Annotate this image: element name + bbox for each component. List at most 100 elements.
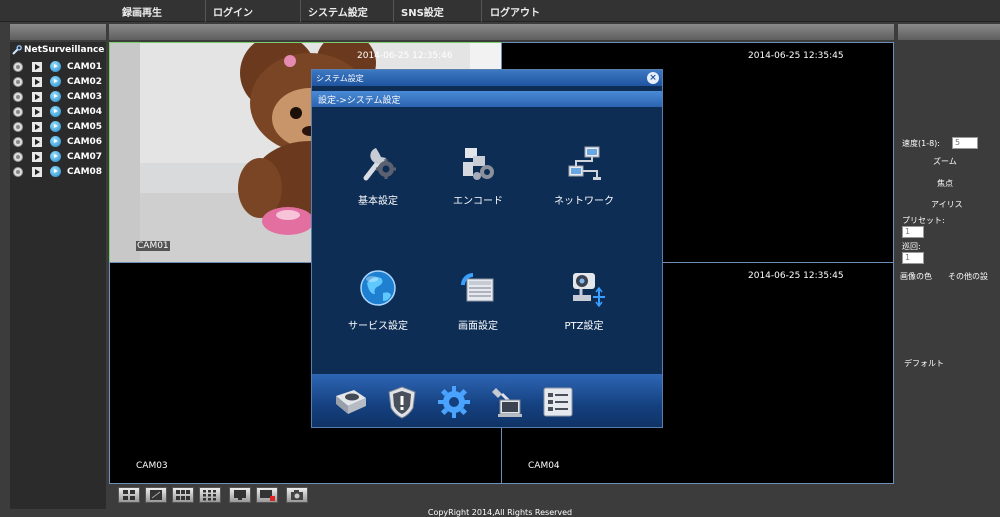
speed-input[interactable]: 5 xyxy=(952,137,978,149)
basic-settings-tile[interactable]: 基本設定 xyxy=(328,142,428,222)
layout-1-button[interactable] xyxy=(145,487,167,503)
info-list-icon[interactable] xyxy=(540,384,576,420)
screen-settings-tile[interactable]: 画面設定 xyxy=(428,267,528,347)
nav-system-settings[interactable]: システム設定 xyxy=(308,4,368,19)
camera-label[interactable]: CAM08 xyxy=(67,167,102,177)
monitor-button[interactable] xyxy=(229,487,251,503)
camera-label[interactable]: CAM05 xyxy=(67,122,102,132)
nav-login[interactable]: ログイン xyxy=(213,4,253,19)
dialog-title-bar[interactable]: システム設定 xyxy=(312,70,662,86)
image-color-tab[interactable]: 画像の色 xyxy=(900,271,932,282)
camera-label[interactable]: CAM06 xyxy=(67,137,102,147)
camera-label[interactable]: CAM02 xyxy=(67,77,102,87)
ptz-control-icon[interactable] xyxy=(50,106,61,117)
record-icon[interactable] xyxy=(13,166,23,177)
camera-row[interactable]: CAM06 xyxy=(13,135,102,148)
nav-separator xyxy=(300,0,301,22)
record-icon[interactable] xyxy=(13,61,23,72)
display-icon xyxy=(461,273,494,302)
ptz-control-icon[interactable] xyxy=(50,91,61,102)
close-icon[interactable]: × xyxy=(647,72,659,84)
ptz-control-icon[interactable] xyxy=(50,166,61,177)
preset-input[interactable]: 1 xyxy=(902,226,924,238)
main-header-bar xyxy=(109,24,894,40)
ptz-control-icon[interactable] xyxy=(50,76,61,87)
grid-4-icon xyxy=(123,490,135,500)
focus-button[interactable]: 焦点 xyxy=(937,178,953,189)
grid-6-icon xyxy=(176,490,190,500)
speed-label: 速度(1-8): xyxy=(902,139,941,148)
record-icon[interactable] xyxy=(13,151,23,162)
pane-camera-name: CAM03 xyxy=(136,461,168,471)
encode-tile[interactable]: エンコード xyxy=(428,142,528,222)
camera-label[interactable]: CAM04 xyxy=(67,107,102,117)
tools-icon xyxy=(363,148,396,181)
service-settings-tile[interactable]: サービス設定 xyxy=(328,267,428,347)
ptz-camera-icon xyxy=(573,273,605,308)
device-tree-root[interactable]: NetSurveillance xyxy=(12,45,104,55)
ptz-settings-tile[interactable]: PTZ設定 xyxy=(534,267,634,347)
camera-row[interactable]: CAM03 xyxy=(13,90,102,103)
pane-timestamp: 2014-06-25 12:35:45 xyxy=(748,51,844,61)
top-nav: 録画再生 ログイン システム設定 SNS設定 ログアウト xyxy=(0,0,1000,22)
ptz-control-icon[interactable] xyxy=(50,151,61,162)
camera-label[interactable]: CAM03 xyxy=(67,92,102,102)
zoom-button[interactable]: ズーム xyxy=(933,156,957,167)
play-icon[interactable] xyxy=(32,151,42,162)
monitor-stop-icon xyxy=(260,490,275,501)
play-icon[interactable] xyxy=(32,121,42,132)
iris-button[interactable]: アイリス xyxy=(931,199,963,210)
dialog-category-tabs xyxy=(312,374,662,427)
camera-row[interactable]: CAM02 xyxy=(13,75,102,88)
system-settings-dialog: システム設定 × 設定->システム設定 基本設定 エンコード ネットワーク サー… xyxy=(311,69,663,428)
camera-label[interactable]: CAM01 xyxy=(67,62,102,72)
record-icon[interactable] xyxy=(13,76,23,87)
play-icon[interactable] xyxy=(32,136,42,147)
play-icon[interactable] xyxy=(32,61,42,72)
default-button[interactable]: デフォルト xyxy=(904,358,944,369)
hard-disk-icon[interactable] xyxy=(332,384,368,420)
gear-icon[interactable] xyxy=(436,384,472,420)
camera-row[interactable]: CAM01 xyxy=(13,60,102,73)
camera-label[interactable]: CAM07 xyxy=(67,152,102,162)
shield-icon[interactable] xyxy=(384,384,420,420)
record-icon[interactable] xyxy=(13,136,23,147)
grid-9-icon xyxy=(203,490,216,501)
network-tile[interactable]: ネットワーク xyxy=(534,142,634,222)
camera-icon xyxy=(291,490,303,500)
play-icon[interactable] xyxy=(32,166,42,177)
camera-row[interactable]: CAM04 xyxy=(13,105,102,118)
tile-label: ネットワーク xyxy=(554,196,614,207)
layout-6-button[interactable] xyxy=(172,487,194,503)
monitor-icon xyxy=(234,490,246,500)
camera-row[interactable]: CAM05 xyxy=(13,120,102,133)
layout-9-button[interactable] xyxy=(199,487,221,503)
nav-sns-settings[interactable]: SNS設定 xyxy=(401,4,444,19)
nav-separator xyxy=(393,0,394,22)
dialog-title: システム設定 xyxy=(316,74,364,83)
maintenance-computer-icon[interactable] xyxy=(488,384,524,420)
ptz-control-icon[interactable] xyxy=(50,136,61,147)
pane-camera-name: CAM04 xyxy=(528,461,560,471)
play-icon[interactable] xyxy=(32,91,42,102)
record-icon[interactable] xyxy=(13,106,23,117)
camera-row[interactable]: CAM08 xyxy=(13,165,102,178)
camera-sidebar: NetSurveillance CAM01 CAM02 CAM03 CAM04 … xyxy=(10,42,106,509)
play-icon[interactable] xyxy=(32,106,42,117)
ptz-control-icon[interactable] xyxy=(50,121,61,132)
nav-recording-playback[interactable]: 録画再生 xyxy=(122,4,162,19)
layout-4-button[interactable] xyxy=(118,487,140,503)
play-icon[interactable] xyxy=(32,76,42,87)
other-settings-tab[interactable]: その他の設 xyxy=(948,271,988,282)
snapshot-button[interactable] xyxy=(286,487,308,503)
record-icon[interactable] xyxy=(13,91,23,102)
sidebar-header-bar xyxy=(10,24,106,40)
nav-separator xyxy=(205,0,206,22)
ptz-control-icon[interactable] xyxy=(50,61,61,72)
camera-row[interactable]: CAM07 xyxy=(13,150,102,163)
stop-all-button[interactable] xyxy=(256,487,278,503)
record-icon[interactable] xyxy=(13,121,23,132)
network-icon xyxy=(568,146,601,180)
nav-logout[interactable]: ログアウト xyxy=(490,4,540,19)
tour-input[interactable]: 1 xyxy=(902,252,924,264)
